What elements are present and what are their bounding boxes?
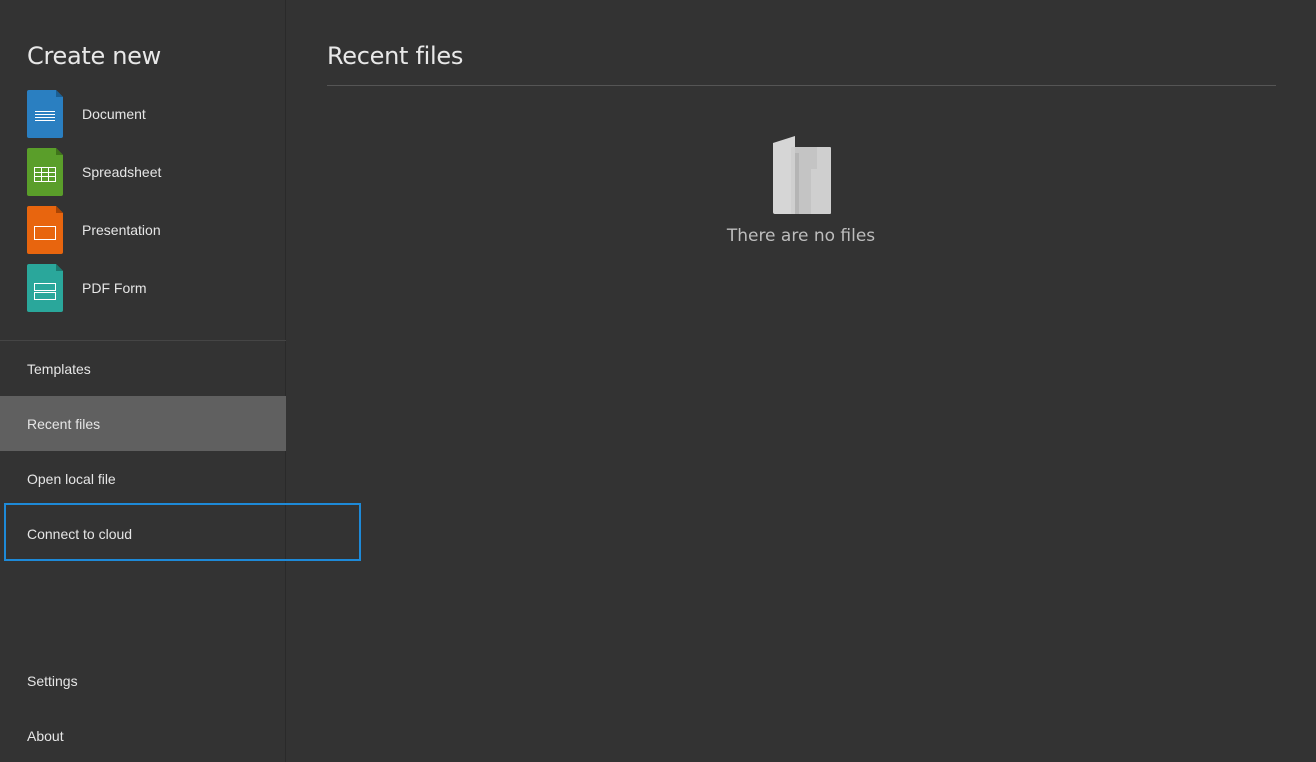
sidebar-item-connect-to-cloud[interactable]: Connect to cloud <box>0 506 286 561</box>
create-pdf-form-button[interactable]: PDF Form <box>27 264 257 312</box>
presentation-icon <box>27 206 63 254</box>
pdf-form-icon <box>27 264 63 312</box>
create-document-button[interactable]: Document <box>27 90 257 138</box>
create-pdf-form-label: PDF Form <box>82 280 147 296</box>
create-new-title: Create new <box>27 42 161 70</box>
sidebar-item-settings[interactable]: Settings <box>0 653 286 708</box>
create-presentation-button[interactable]: Presentation <box>27 206 257 254</box>
document-icon <box>27 90 63 138</box>
page-title: Recent files <box>327 42 464 70</box>
create-presentation-label: Presentation <box>82 222 161 238</box>
sidebar: Create new Document Spreadsheet Presenta… <box>0 0 286 762</box>
sidebar-item-recent-files[interactable]: Recent files <box>0 396 286 451</box>
sidebar-item-about[interactable]: About <box>0 708 286 762</box>
create-spreadsheet-button[interactable]: Spreadsheet <box>27 148 257 196</box>
create-spreadsheet-label: Spreadsheet <box>82 164 162 180</box>
create-document-label: Document <box>82 106 146 122</box>
sidebar-item-templates[interactable]: Templates <box>0 341 286 396</box>
empty-state-text: There are no files <box>726 226 876 246</box>
empty-folder-icon <box>773 136 831 214</box>
sidebar-item-open-local-file[interactable]: Open local file <box>0 451 286 506</box>
title-divider <box>327 85 1276 86</box>
spreadsheet-icon <box>27 148 63 196</box>
